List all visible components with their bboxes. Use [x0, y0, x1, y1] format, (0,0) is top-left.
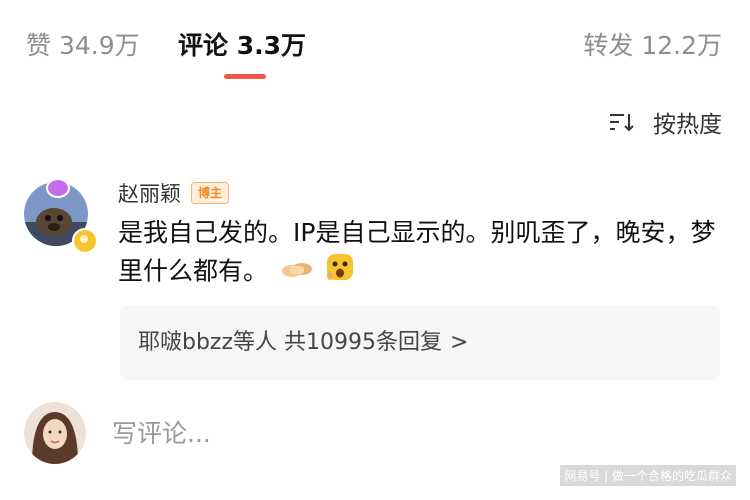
handshake-emoji-icon — [281, 254, 312, 292]
commenter-avatar-wrapper — [24, 178, 98, 254]
commenter-name[interactable]: 赵丽颖 — [118, 178, 181, 208]
user-line: 赵丽颖 博主 — [118, 178, 230, 208]
replies-summary-text: 耶啵bbzz等人 共10995条回复 — [138, 330, 443, 355]
tab-likes[interactable]: 赞 34.9万 — [26, 28, 140, 64]
active-tab-indicator — [224, 74, 266, 79]
tab-comments[interactable]: 评论 3.3万 — [178, 28, 306, 64]
comment-tabs: 赞 34.9万 评论 3.3万 转发 12.2万 — [0, 28, 750, 68]
comment-body: 是我自己发的。IP是自己显示的。别叽歪了，晚安，梦里什么都有。 — [118, 214, 718, 293]
sort-label: 按热度 — [653, 112, 722, 138]
tab-reposts[interactable]: 转发 12.2万 — [583, 28, 722, 64]
surprised-face-emoji-icon — [326, 252, 354, 293]
comment-composer: 写评论... — [0, 402, 750, 466]
host-badge: 博主 — [191, 182, 230, 204]
replies-summary-box[interactable]: 耶啵bbzz等人 共10995条回复 > — [120, 306, 720, 380]
replies-summary: 耶啵bbzz等人 共10995条回复 > — [138, 324, 468, 356]
comment-text: 是我自己发的。IP是自己显示的。别叽歪了，晚安，梦里什么都有。 — [118, 218, 716, 286]
avatar-top-badge-icon — [46, 178, 70, 198]
watermark: 网易号 | 做一个合格的吃瓜群众 — [560, 465, 736, 486]
sort-toggle[interactable]: 按热度 — [609, 106, 722, 138]
chevron-right-icon: > — [450, 330, 469, 355]
write-comment-input[interactable]: 写评论... — [112, 414, 211, 450]
sort-icon — [610, 114, 634, 132]
verified-badge-icon — [72, 228, 98, 254]
avatar-image-icon — [24, 402, 86, 464]
current-user-avatar[interactable] — [24, 402, 86, 464]
